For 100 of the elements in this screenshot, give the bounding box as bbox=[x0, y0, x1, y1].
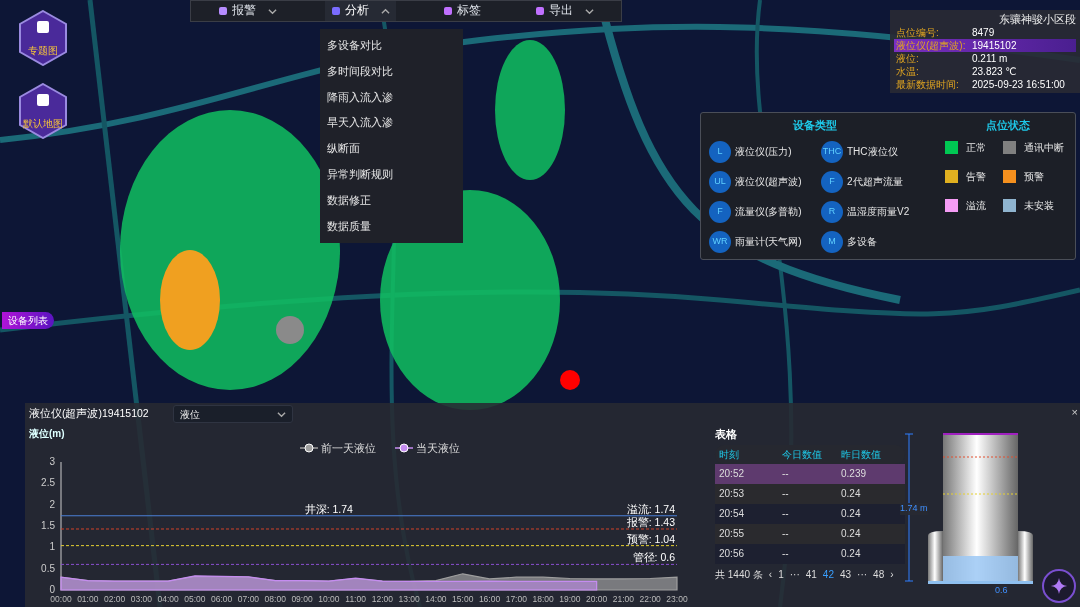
reference-label: 预警: 1.04 bbox=[626, 532, 675, 545]
prev-page-button[interactable]: ‹ bbox=[768, 568, 773, 582]
legend-label: 液位仪(压力) bbox=[735, 145, 792, 159]
page-button[interactable]: 48 bbox=[873, 568, 885, 582]
caret-icon bbox=[585, 6, 595, 16]
axis-tick: 0 bbox=[49, 584, 55, 595]
field-label: 最新数据时间: bbox=[896, 78, 960, 92]
legend-marker-icon bbox=[394, 443, 414, 453]
axis-tick: 13:00 bbox=[398, 594, 420, 604]
field-label: 水温: bbox=[896, 65, 920, 79]
marker-pin: L bbox=[709, 140, 731, 163]
axis-tick: 21:00 bbox=[612, 594, 635, 604]
reference-label: 报警: 1.43 bbox=[626, 516, 675, 528]
legend-label: 预警 bbox=[1024, 169, 1044, 183]
axis-tick: 17:00 bbox=[505, 594, 527, 604]
menu-item[interactable]: 异常判断规则 bbox=[320, 162, 463, 188]
axis-tick: 01:00 bbox=[77, 594, 99, 604]
legend-label: 2代超声流量 bbox=[847, 175, 903, 189]
annotation-label: 井深: 1.74 bbox=[304, 502, 353, 515]
menu-item[interactable]: 多时间段对比 bbox=[320, 58, 463, 85]
toolbar-tab[interactable]: 导出 bbox=[529, 1, 601, 21]
marker-pin: F bbox=[821, 170, 843, 193]
reference-label: 溢流: 1.74 bbox=[626, 502, 675, 515]
tab-icon bbox=[330, 6, 341, 16]
axis-tick: 12:00 bbox=[371, 594, 394, 604]
dimension-label: 1.74 m bbox=[900, 503, 928, 515]
page-button[interactable]: 42 bbox=[822, 568, 834, 582]
legend-marker-icon bbox=[299, 443, 319, 453]
axis-tick: 18:00 bbox=[532, 594, 554, 604]
table-cell-text: 20:53 bbox=[719, 487, 746, 502]
table-cell-text: 0.24 bbox=[841, 507, 862, 522]
legend-label: 雨量计(天气网) bbox=[735, 235, 802, 249]
legend-label: 多设备 bbox=[847, 235, 877, 249]
legend-label: 液位仪(超声波) bbox=[735, 175, 802, 189]
tab-icon bbox=[443, 6, 454, 16]
menu-item[interactable]: 旱天入流入渗 bbox=[320, 110, 463, 137]
legend-label: 告警 bbox=[966, 169, 986, 183]
axis-tick: 08:00 bbox=[264, 594, 286, 604]
table-cell-text: -- bbox=[782, 487, 790, 502]
table-cell-text: 0.24 bbox=[841, 487, 862, 502]
field-value: 23.823 ℃ bbox=[972, 65, 1017, 79]
table-cell-text: 20:54 bbox=[719, 507, 746, 522]
legend-label: THC液位仪 bbox=[847, 145, 898, 159]
assistant-button[interactable] bbox=[1042, 569, 1076, 603]
axis-tick: 04:00 bbox=[157, 594, 179, 604]
menu-item[interactable]: 纵断面 bbox=[320, 136, 463, 162]
page-button[interactable]: ··· bbox=[857, 568, 868, 582]
field-value: 0.211 m bbox=[972, 52, 1008, 66]
axis-title: 液位(m) bbox=[29, 427, 66, 440]
toolbar-tab[interactable]: 分析 bbox=[324, 1, 396, 21]
caret-icon bbox=[267, 6, 277, 16]
next-page-button[interactable]: › bbox=[890, 568, 894, 582]
field-label: 液位: bbox=[896, 52, 920, 66]
table-cell-text: -- bbox=[782, 467, 790, 482]
axis-tick: 23:00 bbox=[666, 594, 688, 604]
axis-tick: 06:00 bbox=[211, 594, 233, 604]
axis-tick: 2.5 bbox=[41, 477, 55, 489]
table-cell-text: -- bbox=[782, 547, 790, 562]
table-cell-text: 20:56 bbox=[719, 547, 746, 562]
marker-pin: R bbox=[821, 200, 843, 223]
field-label: 点位编号: bbox=[896, 26, 940, 40]
axis-tick: 14:00 bbox=[425, 594, 447, 604]
field-value: 19415102 bbox=[972, 39, 1017, 53]
page-button[interactable]: 1 bbox=[778, 568, 784, 582]
axis-tick: 07:00 bbox=[237, 594, 260, 604]
caret-icon bbox=[380, 6, 390, 16]
table-cell-text: 0.24 bbox=[841, 547, 862, 562]
legend-label: 溢流 bbox=[966, 198, 986, 212]
legend-label: 前一天液位 bbox=[321, 442, 376, 454]
axis-tick: 2 bbox=[49, 498, 55, 510]
column-header: 昨日数值 bbox=[841, 448, 882, 462]
menu-item[interactable]: 数据修正 bbox=[320, 187, 463, 214]
table-row[interactable]: 20:52 -- 0.239 bbox=[715, 464, 905, 485]
axis-tick: 02:00 bbox=[103, 594, 126, 604]
table-cell-text: 20:55 bbox=[719, 527, 746, 542]
page-button[interactable]: ··· bbox=[789, 568, 800, 582]
metric-select[interactable]: 液位 bbox=[172, 405, 293, 423]
menu-item[interactable]: 降雨入流入渗 bbox=[320, 84, 463, 111]
axis-tick: 0.5 bbox=[41, 562, 55, 574]
panel-title: 液位仪(超声波)19415102 bbox=[29, 407, 149, 421]
field-value: 8479 bbox=[972, 26, 995, 40]
toolbar-tab[interactable]: 标签 bbox=[437, 1, 488, 21]
table-row[interactable]: 20:56 -- 0.24 bbox=[715, 544, 905, 565]
legend-label: 未安装 bbox=[1024, 198, 1054, 212]
menu-item[interactable]: 数据质量 bbox=[320, 213, 463, 240]
tab-icon bbox=[535, 6, 546, 16]
page-button[interactable]: 41 bbox=[805, 568, 817, 582]
toolbar-tab[interactable]: 报警 bbox=[211, 1, 283, 21]
table-row[interactable]: 20:53 -- 0.24 bbox=[715, 484, 905, 505]
device-list-tab[interactable]: 设备列表 bbox=[2, 312, 54, 329]
column-header: 时刻 bbox=[719, 448, 740, 462]
sparkle-icon bbox=[1050, 577, 1068, 595]
close-button[interactable]: × bbox=[1071, 405, 1078, 420]
menu-item[interactable]: 多设备对比 bbox=[320, 33, 463, 59]
page-button[interactable]: 43 bbox=[839, 568, 852, 582]
axis-tick: 1 bbox=[49, 541, 55, 553]
table-row[interactable]: 20:55 -- 0.24 bbox=[715, 524, 905, 545]
table-cell-text: -- bbox=[782, 507, 790, 522]
axis-tick: 00:00 bbox=[50, 594, 72, 604]
axis-tick: 15:00 bbox=[452, 594, 474, 604]
